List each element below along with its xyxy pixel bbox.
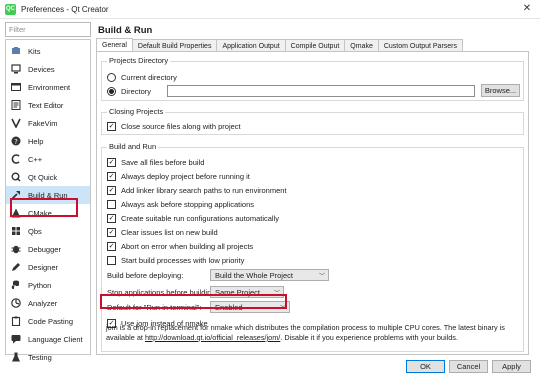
chevron-down-icon: ﹀ — [318, 274, 325, 280]
checkbox-checked-icon: ✓ — [107, 242, 116, 251]
sidebar-item-qbs[interactable]: Qbs — [6, 222, 90, 240]
close-source-files-checkbox[interactable]: ✓ Close source files along with project — [107, 121, 241, 132]
qbs-icon — [11, 226, 21, 236]
abort-on-error-checkbox[interactable]: ✓ Abort on error when building all proje… — [107, 241, 253, 252]
checkbox-checked-icon: ✓ — [107, 214, 116, 223]
sidebar-item-kits[interactable]: Kits — [6, 42, 90, 60]
checkbox-checked-icon: ✓ — [107, 122, 116, 131]
tab-general[interactable]: General — [96, 38, 133, 52]
checkbox-unchecked-icon — [107, 200, 116, 209]
build-before-deploying-label: Build before deploying: — [107, 271, 184, 280]
general-tab-page: Projects Directory Current directory Dir… — [96, 51, 529, 355]
stop-applications-label: Stop applications before building: — [107, 288, 218, 297]
analyzer-icon — [11, 298, 21, 308]
qt-creator-logo-icon: QC — [5, 3, 16, 15]
directory-path-input[interactable] — [167, 85, 475, 97]
sidebar-item-qt-quick[interactable]: Qt Quick — [6, 168, 90, 186]
checkbox-checked-icon: ✓ — [107, 186, 116, 195]
projects-directory-title: Projects Directory — [107, 56, 171, 65]
python-icon — [11, 280, 21, 290]
cmake-icon — [11, 208, 21, 218]
stop-applications-select[interactable]: Same Project ﹀ — [210, 286, 284, 298]
sidebar-item-devices[interactable]: Devices — [6, 60, 90, 78]
current-directory-radio[interactable]: Current directory — [107, 72, 177, 83]
cancel-button[interactable]: Cancel — [449, 360, 488, 373]
designer-icon — [11, 262, 21, 272]
code-pasting-icon — [11, 316, 21, 326]
build-run-icon — [11, 190, 21, 200]
environment-icon — [11, 82, 21, 92]
save-all-files-checkbox[interactable]: ✓ Save all files before build — [107, 157, 204, 168]
sidebar: Kits Devices Environment Text Editor Fak… — [5, 22, 91, 362]
sidebar-item-cmake[interactable]: CMake — [6, 204, 90, 222]
clear-issues-checkbox[interactable]: ✓ Clear issues list on new build — [107, 227, 218, 238]
window-title: Preferences - Qt Creator — [21, 4, 109, 14]
sidebar-item-fakevim[interactable]: FakeVim — [6, 114, 90, 132]
kits-icon — [11, 46, 21, 56]
svg-text:?: ? — [14, 138, 18, 146]
ok-button[interactable]: OK — [406, 360, 445, 373]
directory-radio-indicator — [107, 87, 116, 96]
add-linker-paths-checkbox[interactable]: ✓ Add linker library search paths to run… — [107, 185, 287, 196]
closing-projects-title: Closing Projects — [107, 107, 166, 116]
run-in-terminal-select[interactable]: Enabled ﹀ — [210, 301, 290, 313]
chevron-down-icon: ﹀ — [273, 291, 280, 297]
current-directory-radio-indicator — [107, 73, 116, 82]
build-and-run-title: Build and Run — [107, 142, 159, 151]
closing-projects-group: Closing Projects ✓ Close source files al… — [101, 107, 524, 135]
always-deploy-checkbox[interactable]: ✓ Always deploy project before running i… — [107, 171, 250, 182]
low-priority-checkbox[interactable]: Start build processes with low priority — [107, 255, 244, 266]
close-window-icon[interactable]: ✕ — [520, 3, 534, 14]
sidebar-item-python[interactable]: Python — [6, 276, 90, 294]
language-client-icon — [11, 334, 21, 344]
always-ask-stop-checkbox[interactable]: Always ask before stopping applications — [107, 199, 254, 210]
testing-icon — [11, 352, 21, 362]
sidebar-item-cpp[interactable]: C++ — [6, 150, 90, 168]
title-bar: QC Preferences - Qt Creator ✕ — [0, 0, 540, 19]
sidebar-item-text-editor[interactable]: Text Editor — [6, 96, 90, 114]
create-run-configs-checkbox[interactable]: ✓ Create suitable run configurations aut… — [107, 213, 279, 224]
devices-icon — [11, 64, 21, 74]
text-editor-icon — [11, 100, 21, 110]
page-title: Build & Run — [98, 25, 153, 36]
apply-button[interactable]: Apply — [492, 360, 531, 373]
build-and-run-group: Build and Run ✓ Save all files before bu… — [101, 142, 524, 352]
sidebar-item-environment[interactable]: Environment — [6, 78, 90, 96]
fakevim-icon — [11, 118, 21, 128]
sidebar-item-analyzer[interactable]: Analyzer — [6, 294, 90, 312]
filter-input[interactable] — [5, 22, 91, 37]
run-in-terminal-label: Default for "Run in terminal": — [107, 303, 202, 312]
sidebar-item-build-run[interactable]: Build & Run — [6, 186, 90, 204]
sidebar-item-language-client[interactable]: Language Client — [6, 330, 90, 348]
jom-download-link[interactable]: http://download.qt.io/official_releases/… — [145, 333, 280, 342]
projects-directory-group: Projects Directory Current directory Dir… — [101, 56, 524, 101]
sidebar-item-designer[interactable]: Designer — [6, 258, 90, 276]
category-list: Kits Devices Environment Text Editor Fak… — [5, 39, 91, 362]
jom-description: jom is a drop-in replacement for nmake w… — [106, 323, 505, 342]
sidebar-item-code-pasting[interactable]: Code Pasting — [6, 312, 90, 330]
browse-button[interactable]: Browse... — [481, 84, 520, 97]
debugger-icon — [11, 244, 21, 254]
sidebar-item-help[interactable]: ? Help — [6, 132, 90, 150]
checkbox-checked-icon: ✓ — [107, 228, 116, 237]
checkbox-unchecked-icon — [107, 256, 116, 265]
directory-radio[interactable]: Directory — [107, 86, 151, 97]
cpp-icon — [11, 154, 21, 164]
sidebar-item-debugger[interactable]: Debugger — [6, 240, 90, 258]
chevron-down-icon: ﹀ — [279, 306, 286, 312]
checkbox-checked-icon: ✓ — [107, 172, 116, 181]
sidebar-item-testing[interactable]: Testing — [6, 348, 90, 366]
checkbox-checked-icon: ✓ — [107, 158, 116, 167]
qt-quick-icon — [11, 172, 21, 182]
build-before-deploying-select[interactable]: Build the Whole Project ﹀ — [210, 269, 329, 281]
help-icon: ? — [11, 136, 21, 146]
